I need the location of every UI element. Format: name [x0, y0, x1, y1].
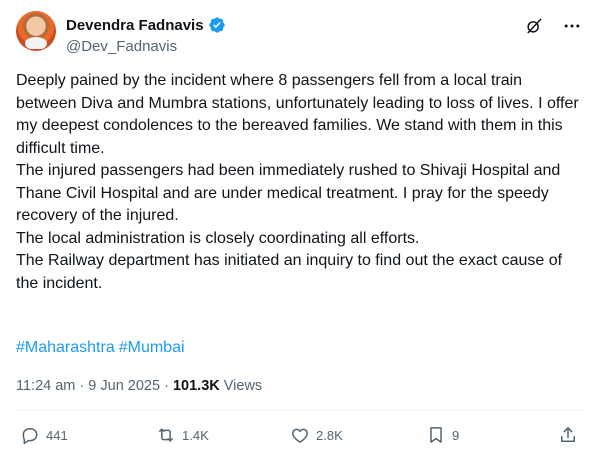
action-bar: 441 1.4K 2.8K 9: [16, 425, 582, 449]
tweet-paragraph: The injured passengers had been immediat…: [16, 162, 561, 224]
author-name-row: Devendra Fadnavis: [66, 16, 226, 34]
hashtag-link[interactable]: #Maharashtra: [16, 339, 115, 356]
tweet: Devendra Fadnavis @Dev_Fadnavis Deeply p…: [0, 0, 598, 462]
reply-button[interactable]: 441: [20, 425, 68, 445]
tweet-paragraph: The Railway department has initiated an …: [16, 252, 563, 292]
repost-icon: [156, 425, 176, 445]
hashtags: #Maharashtra #Mumbai: [16, 339, 189, 357]
tweet-paragraph: The local administration is closely coor…: [16, 229, 420, 247]
meta-separator: ·: [79, 378, 85, 394]
author-name[interactable]: Devendra Fadnavis: [66, 17, 204, 34]
share-icon: [558, 425, 578, 445]
timestamp[interactable]: 11:24 am: [16, 378, 75, 394]
like-count: 2.8K: [316, 427, 343, 443]
meta-separator: ·: [164, 378, 169, 394]
share-button[interactable]: [558, 425, 578, 445]
tweet-text: Deeply pained by the incident where 8 pa…: [16, 70, 586, 295]
views-label: Views: [223, 378, 263, 394]
avatar[interactable]: [16, 11, 56, 51]
views-count: 101.3K: [172, 378, 220, 394]
repost-count: 1.4K: [182, 427, 209, 443]
like-button[interactable]: 2.8K: [290, 425, 343, 445]
divider: [16, 410, 582, 411]
hashtag-link[interactable]: #Mumbai: [119, 339, 185, 356]
more-icon[interactable]: [562, 16, 582, 36]
bookmark-icon: [426, 425, 446, 445]
bookmark-count: 9: [452, 427, 460, 443]
reply-icon: [20, 425, 40, 445]
author-handle[interactable]: @Dev_Fadnavis: [66, 38, 177, 55]
tweet-meta: 11:24 am · 9 Jun 2025 · 101.3K Views: [16, 378, 262, 394]
bookmark-button[interactable]: 9: [426, 425, 459, 445]
heart-icon: [290, 425, 310, 445]
reply-count: 441: [46, 427, 68, 443]
grok-icon[interactable]: [524, 16, 544, 36]
verified-badge-icon: [208, 16, 226, 34]
date[interactable]: 9 Jun 2025: [88, 378, 160, 394]
repost-button[interactable]: 1.4K: [156, 425, 209, 445]
tweet-paragraph: Deeply pained by the incident where 8 pa…: [16, 72, 579, 157]
header-actions: [524, 16, 582, 36]
